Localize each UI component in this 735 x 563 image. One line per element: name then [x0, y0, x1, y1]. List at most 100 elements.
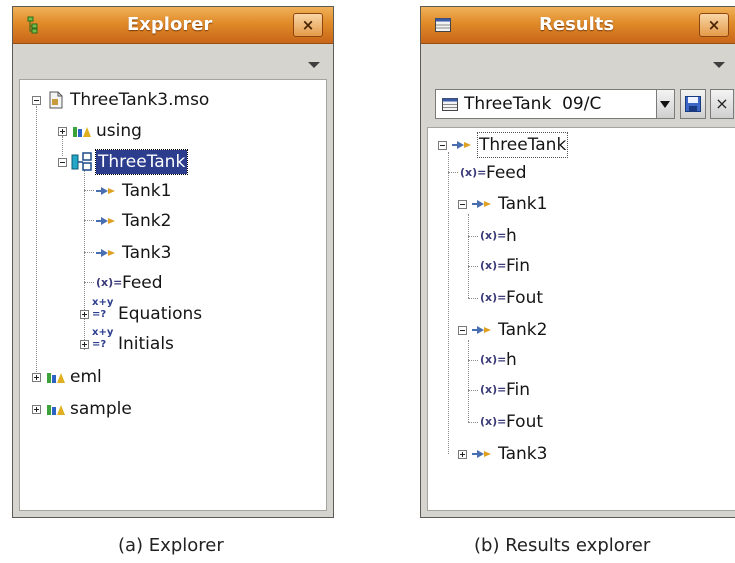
results-caption: (b) Results explorer	[474, 535, 651, 556]
variable-icon: (x)=	[480, 229, 507, 242]
results-item-tank2[interactable]: Tank2	[456, 316, 656, 344]
tree-item-label: Tank2	[122, 211, 172, 231]
tree-item-initials[interactable]: x+y =? Initials	[76, 327, 276, 358]
collapse-toggle-icon[interactable]	[458, 326, 467, 335]
device-icon	[96, 249, 115, 257]
tree-item-label: h	[506, 226, 517, 246]
collapse-toggle-icon[interactable]	[458, 200, 467, 209]
device-icon	[472, 200, 491, 208]
tree-item-label: ThreeTank	[476, 132, 569, 158]
tree-item-feed[interactable]: (x)= Feed	[94, 269, 274, 297]
tree-item-eml[interactable]: eml	[28, 363, 228, 391]
explorer-view-menu-arrow-icon[interactable]	[308, 62, 320, 68]
tree-item-using[interactable]: using	[54, 117, 254, 145]
tree-item-tank1[interactable]: Tank1	[94, 177, 274, 205]
tree-item-label: using	[96, 121, 142, 141]
tree-item-label: Equations	[118, 304, 203, 324]
results-item-tank1-fin[interactable]: (x)= Fin	[480, 252, 660, 280]
results-item-tank1[interactable]: Tank1	[456, 190, 656, 218]
tree-connector	[468, 390, 478, 391]
tree-connector	[468, 360, 478, 361]
chevron-down-icon	[660, 101, 670, 108]
device-icon	[452, 141, 471, 149]
tree-connector	[84, 190, 94, 191]
tree-item-label: Tank3	[122, 243, 172, 263]
expand-toggle-icon[interactable]	[80, 340, 89, 349]
results-selector-dropdown-button[interactable]	[656, 90, 674, 118]
model-icon	[71, 152, 92, 171]
tree-item-label: sample	[70, 399, 132, 419]
tree-item-equations[interactable]: x+y =? Equations	[76, 297, 276, 328]
tree-item-model[interactable]: ThreeTank	[54, 148, 254, 176]
tree-item-label: Fout	[506, 412, 544, 432]
tree-item-label: Fin	[506, 256, 531, 276]
explorer-caption: (a) Explorer	[118, 535, 224, 556]
device-icon	[472, 450, 491, 458]
device-icon	[96, 217, 115, 225]
collapse-toggle-icon[interactable]	[438, 141, 447, 150]
explorer-title: Explorer	[127, 14, 213, 35]
tree-item-tank3[interactable]: Tank3	[94, 239, 274, 267]
tree-connector	[36, 106, 37, 378]
library-icon	[47, 405, 65, 415]
expand-toggle-icon[interactable]	[32, 405, 41, 414]
expand-toggle-icon[interactable]	[458, 450, 467, 459]
results-item-tank2-h[interactable]: (x)= h	[480, 346, 660, 374]
results-item-feed[interactable]: (x)= Feed	[458, 159, 658, 187]
device-icon	[96, 187, 115, 195]
results-selector-combo[interactable]: ThreeTank 09/C	[435, 89, 675, 119]
save-icon	[685, 96, 701, 112]
tree-item-label: Feed	[122, 273, 163, 293]
tree-item-tank2[interactable]: Tank2	[94, 207, 274, 235]
tree-item-label: eml	[70, 367, 102, 387]
collapse-toggle-icon[interactable]	[32, 96, 41, 105]
results-item-tank2-fout[interactable]: (x)= Fout	[480, 408, 660, 436]
explorer-panel: Explorer × ThreeTank3.mso using ThreeTan…	[12, 6, 334, 518]
variable-icon: (x)=	[96, 276, 123, 289]
tree-connector	[448, 152, 449, 454]
equation-icon: x+y =?	[92, 327, 114, 350]
tree-connector	[84, 220, 94, 221]
results-save-button[interactable]	[680, 89, 706, 119]
tree-item-label: Tank1	[122, 181, 172, 201]
results-titlebar[interactable]: Results ×	[421, 7, 735, 44]
tree-item-sample[interactable]: sample	[28, 395, 228, 423]
tree-item-label: ThreeTank	[94, 149, 189, 175]
hierarchy-icon	[27, 16, 38, 34]
results-item-tank3[interactable]: Tank3	[456, 440, 656, 468]
tree-connector	[84, 252, 94, 253]
explorer-titlebar[interactable]: Explorer ×	[13, 7, 333, 44]
results-close-button[interactable]: ×	[699, 13, 729, 37]
tree-connector	[468, 422, 478, 423]
tree-connector	[84, 282, 94, 283]
variable-icon: (x)=	[480, 291, 507, 304]
tree-connector	[448, 172, 458, 173]
expand-toggle-icon[interactable]	[32, 373, 41, 382]
results-selector-text: ThreeTank 09/C	[464, 94, 602, 114]
tree-item-label: h	[506, 350, 517, 370]
results-view-menu-arrow-icon[interactable]	[713, 62, 725, 68]
results-item-tank1-fout[interactable]: (x)= Fout	[480, 284, 660, 312]
results-clear-button[interactable]: ×	[710, 89, 734, 119]
results-panel: Results × ThreeTank 09/C × ThreeTank (x)…	[420, 6, 735, 518]
library-icon	[73, 127, 91, 137]
variable-icon: (x)=	[480, 415, 507, 428]
results-item-tank2-fin[interactable]: (x)= Fin	[480, 376, 660, 404]
tree-connector	[468, 340, 469, 422]
explorer-close-button[interactable]: ×	[293, 13, 323, 37]
file-icon	[49, 91, 63, 109]
expand-toggle-icon[interactable]	[80, 310, 89, 319]
collapse-toggle-icon[interactable]	[58, 158, 67, 167]
results-tree: ThreeTank (x)= Feed Tank1 (x)= h (x)= Fi…	[427, 127, 735, 511]
tree-item-label: Initials	[118, 334, 174, 354]
equation-icon: x+y =?	[92, 297, 114, 320]
tree-connector	[468, 236, 478, 237]
tree-connector	[468, 266, 478, 267]
tree-connector	[468, 214, 469, 298]
results-item-tank1-h[interactable]: (x)= h	[480, 222, 660, 250]
tree-item-root[interactable]: ThreeTank3.mso	[28, 86, 308, 114]
variable-icon: (x)=	[480, 353, 507, 366]
results-item-root[interactable]: ThreeTank	[436, 131, 696, 159]
tree-item-label: Tank3	[498, 444, 548, 464]
expand-toggle-icon[interactable]	[58, 127, 67, 136]
